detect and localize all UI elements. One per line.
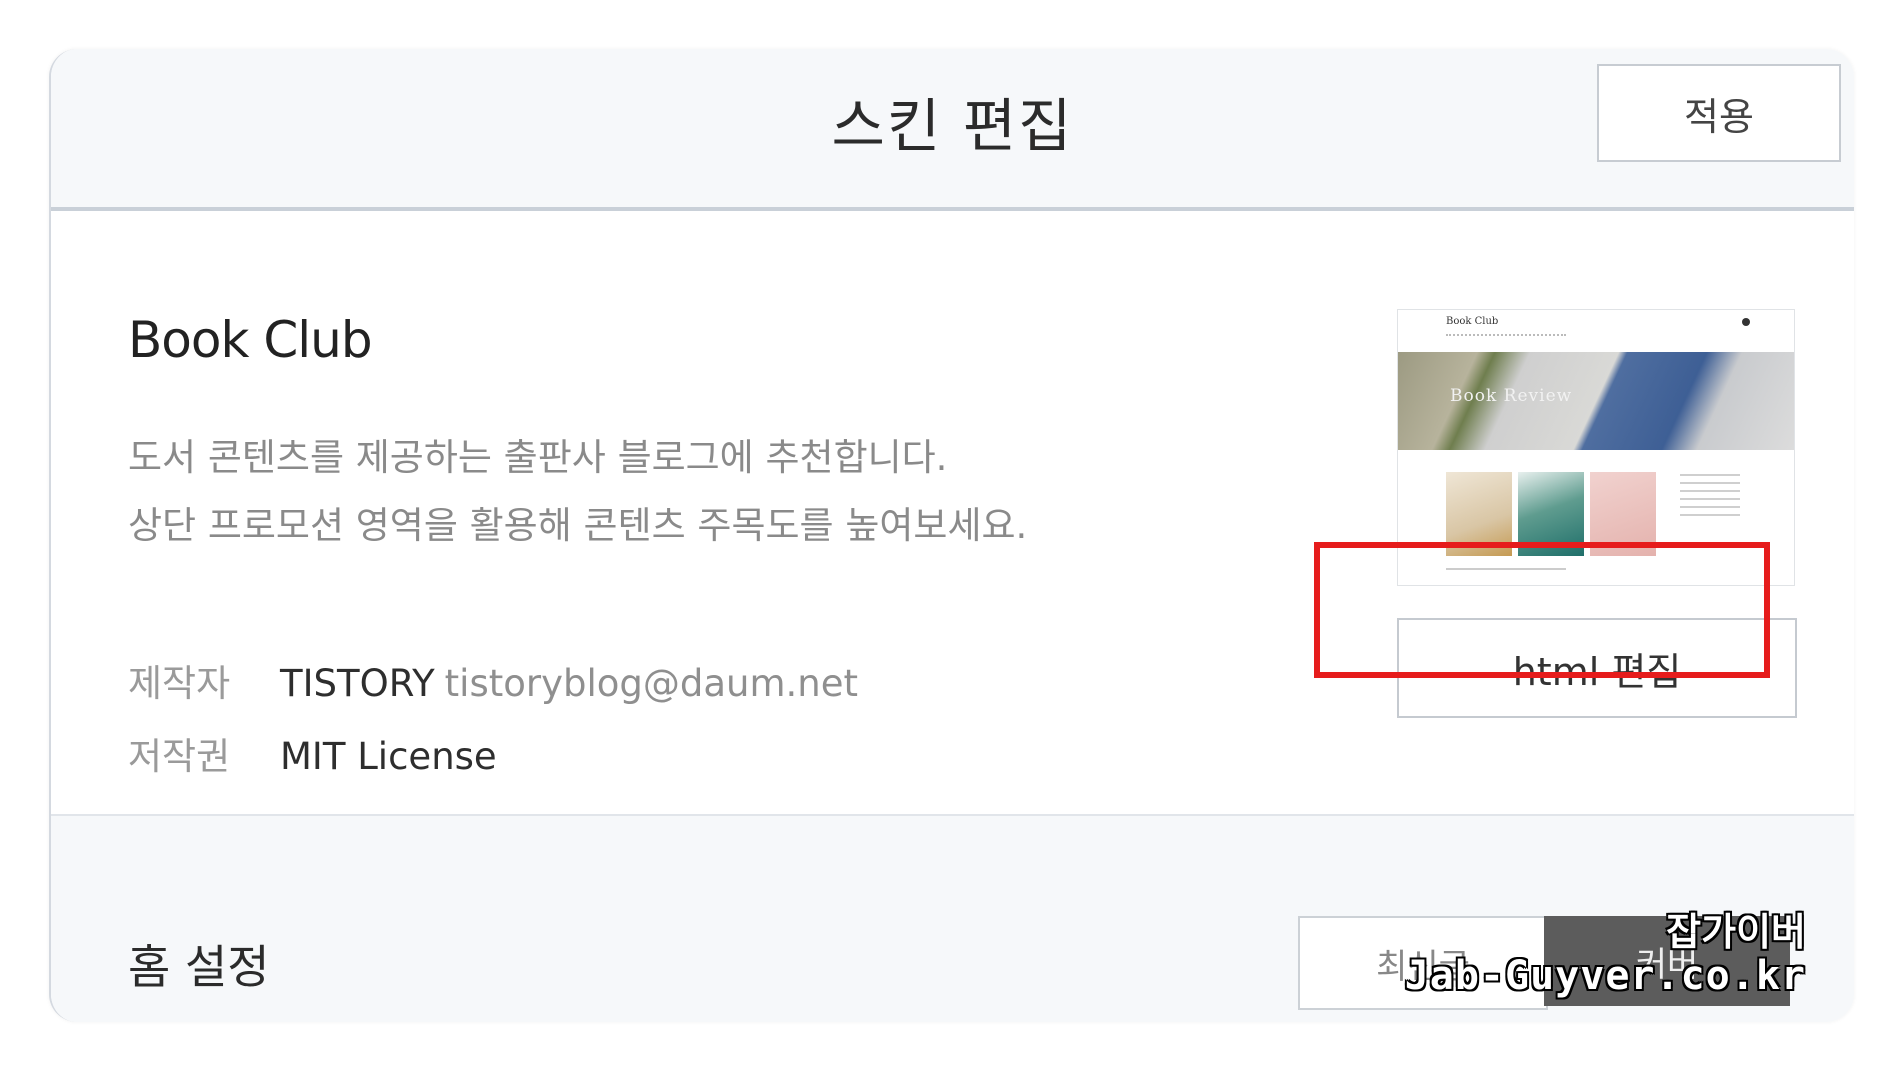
preview-book-cover [1590,472,1656,556]
skin-description-line-1: 도서 콘텐츠를 제공하는 출판사 블로그에 추천합니다. [128,436,948,479]
preview-topbar: Book Club [1398,310,1794,348]
preview-book-cover [1518,472,1584,556]
preview-hero-image: Book Review [1398,352,1794,450]
author-name: TISTORY [280,662,435,705]
preview-menu-icon [1742,318,1750,326]
apply-button[interactable]: 적용 [1597,64,1841,162]
author-email: tistoryblog@daum.net [444,662,859,705]
skin-preview-thumbnail: Book Club Book Review [1397,309,1795,586]
author-label: 제작자 [128,662,231,705]
preview-brand: Book Club [1446,316,1499,327]
page-title: 스킨 편집 [831,92,1074,160]
skin-description-line-2: 상단 프로모션 영역을 활용해 콘텐츠 주목도를 높여보세요. [128,504,1028,547]
preview-hero-text: Book Review [1450,386,1573,406]
watermark: 잡가이버 Jab-Guyver.co.kr [1405,910,1806,998]
license-value: MIT License [280,735,497,778]
home-settings-title: 홈 설정 [128,940,270,994]
preview-footer-line [1446,568,1566,570]
preview-nav [1446,334,1566,339]
html-edit-button[interactable]: html 편집 [1397,618,1797,718]
license-row: 저작권 MIT License [128,726,497,780]
watermark-line-1: 잡가이버 [1666,910,1806,954]
watermark-line-2: Jab-Guyver.co.kr [1404,953,1806,999]
preview-sidebar [1680,468,1750,578]
skin-description: 도서 콘텐츠를 제공하는 출판사 블로그에 추천합니다. 상단 프로모션 영역을… [128,424,1027,560]
license-label: 저작권 [128,735,231,778]
author-row: 제작자 TISTORY tistoryblog@daum.net [128,653,858,707]
preview-book-cover [1446,472,1512,556]
skin-name: Book Club [128,311,373,369]
panel-header: 스킨 편집 적용 [51,49,1854,211]
skin-editor-panel: 스킨 편집 적용 Book Club 도서 콘텐츠를 제공하는 출판사 블로그에… [49,49,1854,1022]
